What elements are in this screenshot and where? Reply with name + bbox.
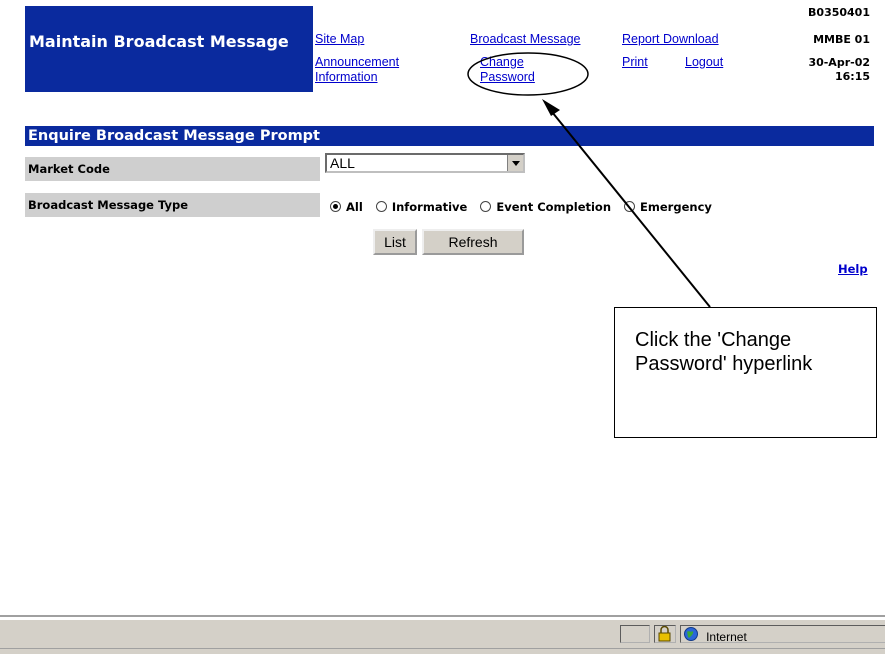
page-title: Maintain Broadcast Message	[25, 6, 313, 92]
announcement-information-link[interactable]: Announcement Information	[315, 55, 425, 85]
status-bar-divider	[0, 615, 885, 617]
site-map-link[interactable]: Site Map	[315, 32, 364, 47]
report-download-link[interactable]: Report Download	[622, 32, 719, 47]
market-code-label: Market Code	[25, 157, 320, 181]
time-label: 16:15	[834, 70, 870, 83]
status-panel	[620, 625, 650, 643]
radio-option-all[interactable]: All	[330, 196, 363, 217]
user-id: MMBE 01	[813, 33, 870, 46]
radio-icon[interactable]	[624, 201, 636, 213]
section-header: Enquire Broadcast Message Prompt	[25, 126, 874, 146]
logout-link[interactable]: Logout	[685, 55, 723, 70]
message-type-label: Broadcast Message Type	[25, 193, 320, 217]
market-code-value: ALL	[330, 155, 355, 171]
globe-icon	[684, 627, 698, 641]
refresh-button[interactable]: Refresh	[422, 229, 524, 255]
dropdown-arrow-icon[interactable]	[507, 155, 523, 171]
radio-icon[interactable]	[375, 201, 387, 213]
instruction-callout: Click the 'Change Password' hyperlink	[614, 307, 877, 438]
internet-zone-label: Internet	[706, 630, 747, 644]
status-bar-bottom	[0, 648, 885, 654]
radio-option-event-completion[interactable]: Event Completion	[480, 196, 611, 217]
market-code-select[interactable]: ALL	[325, 153, 525, 173]
radio-selected-icon[interactable]	[330, 201, 341, 213]
radio-option-informative[interactable]: Informative	[375, 196, 467, 217]
list-button[interactable]: List	[373, 229, 417, 255]
message-type-radio-group: All Informative Event Completion Emergen…	[330, 196, 721, 216]
page-title-text: Maintain Broadcast Message	[29, 32, 289, 51]
lock-panel	[654, 625, 676, 643]
browser-status-bar: Internet	[0, 619, 885, 648]
lock-icon	[658, 625, 671, 642]
radio-option-emergency[interactable]: Emergency	[624, 196, 712, 217]
callout-text: Click the 'Change Password' hyperlink	[635, 329, 813, 375]
zone-panel: Internet	[680, 625, 885, 644]
highlight-ellipse	[467, 52, 589, 96]
help-link[interactable]: Help	[838, 262, 868, 277]
radio-icon[interactable]	[480, 201, 492, 213]
print-link[interactable]: Print	[622, 55, 648, 70]
broadcast-message-link[interactable]: Broadcast Message	[470, 32, 580, 47]
date-label: 30-Apr-02	[808, 56, 870, 69]
screen-id: B0350401	[808, 6, 870, 19]
